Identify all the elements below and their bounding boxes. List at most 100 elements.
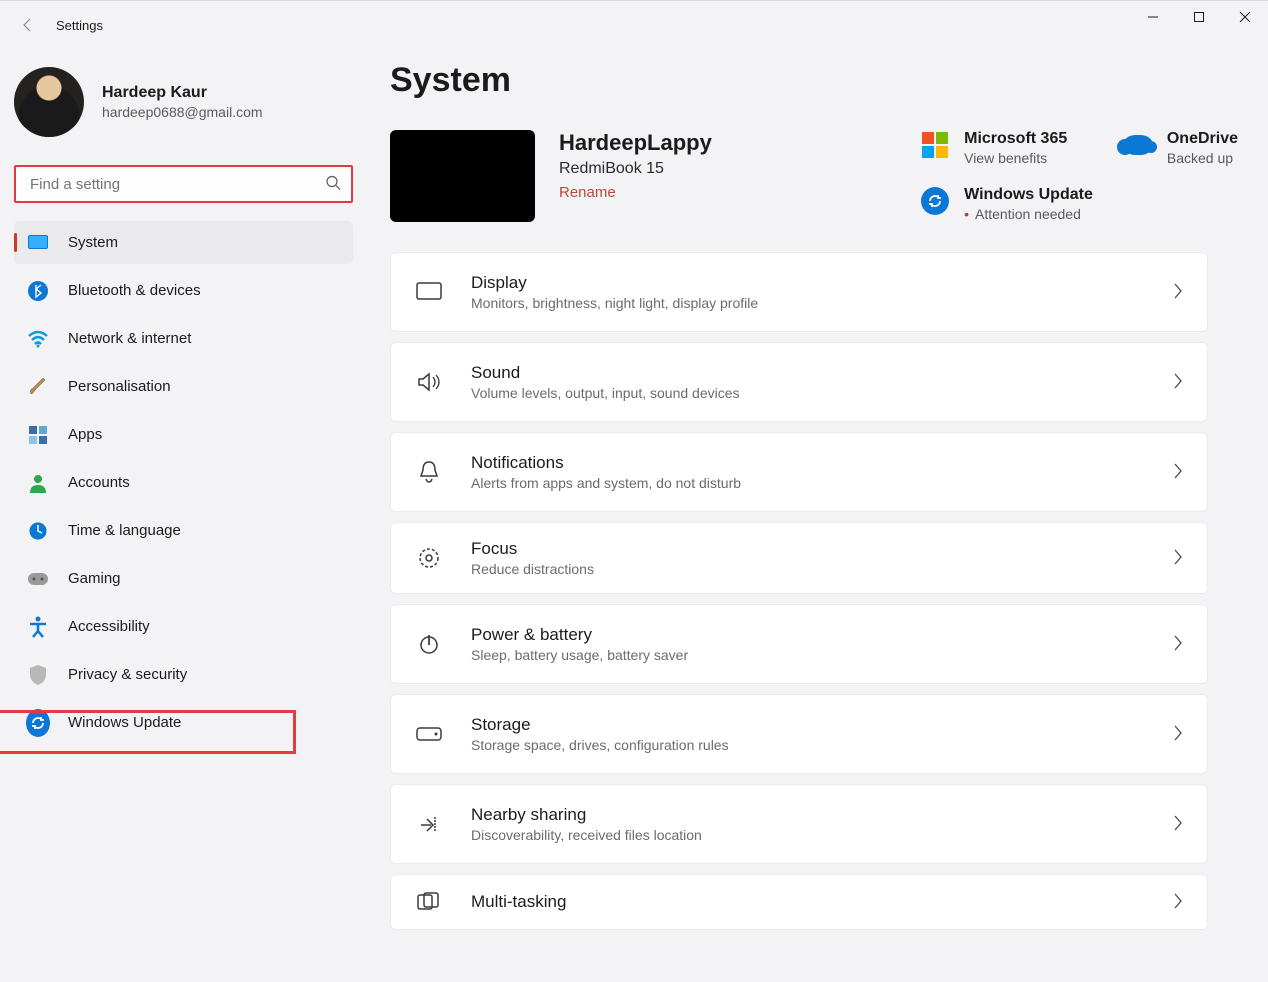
profile-section[interactable]: Hardeep Kaur hardeep0688@gmail.com	[14, 63, 355, 157]
search-input[interactable]	[16, 167, 351, 201]
accessibility-icon	[26, 615, 50, 639]
sidebar: Hardeep Kaur hardeep0688@gmail.com Syste…	[0, 49, 355, 757]
search-icon	[325, 175, 341, 194]
sidebar-item-apps[interactable]: Apps	[14, 413, 353, 456]
nav-list: System Bluetooth & devices Network & int…	[14, 221, 353, 744]
sidebar-item-time-language[interactable]: Time & language	[14, 509, 353, 552]
update-icon	[920, 186, 950, 216]
close-icon	[1239, 11, 1251, 23]
apps-icon	[26, 423, 50, 447]
microsoft-logo-icon	[920, 130, 950, 160]
page-title: System	[390, 61, 1238, 100]
chevron-right-icon	[1173, 725, 1183, 744]
card-focus[interactable]: Focus Reduce distractions	[390, 522, 1208, 594]
sidebar-item-label: Time & language	[68, 522, 181, 539]
multitask-icon	[415, 888, 443, 916]
settings-list: Display Monitors, brightness, night ligh…	[390, 252, 1208, 930]
chevron-right-icon	[1173, 283, 1183, 302]
sidebar-item-system[interactable]: System	[14, 221, 353, 264]
search-box	[14, 165, 353, 203]
card-title: Notifications	[471, 453, 741, 473]
rename-link[interactable]: Rename	[559, 184, 712, 201]
maximize-icon	[1193, 11, 1205, 23]
card-desc: Alerts from apps and system, do not dist…	[471, 475, 741, 491]
minimize-button[interactable]	[1130, 1, 1176, 33]
power-icon	[415, 630, 443, 658]
profile-name: Hardeep Kaur	[102, 84, 263, 102]
sidebar-item-privacy[interactable]: Privacy & security	[14, 653, 353, 696]
device-thumbnail	[390, 130, 535, 222]
sidebar-item-label: Bluetooth & devices	[68, 282, 201, 299]
quick-tile-onedrive[interactable]: OneDrive Backed up	[1123, 130, 1238, 166]
bluetooth-icon	[26, 279, 50, 303]
system-icon	[26, 231, 50, 255]
gamepad-icon	[26, 567, 50, 591]
clock-globe-icon	[26, 519, 50, 543]
quick-tile-title: Windows Update	[964, 186, 1093, 204]
device-model: RedmiBook 15	[559, 160, 712, 178]
sidebar-item-personalisation[interactable]: Personalisation	[14, 365, 353, 408]
sidebar-item-network[interactable]: Network & internet	[14, 317, 353, 360]
sidebar-item-label: Apps	[68, 426, 102, 443]
card-title: Sound	[471, 363, 740, 383]
back-button[interactable]	[8, 5, 48, 45]
sidebar-item-gaming[interactable]: Gaming	[14, 557, 353, 600]
card-desc: Storage space, drives, configuration rul…	[471, 737, 729, 753]
chevron-right-icon	[1173, 549, 1183, 568]
card-desc: Reduce distractions	[471, 561, 594, 577]
window-controls	[1130, 1, 1268, 33]
sidebar-item-label: Personalisation	[68, 378, 171, 395]
quick-tile-m365[interactable]: Microsoft 365 View benefits	[920, 130, 1093, 166]
sidebar-item-accounts[interactable]: Accounts	[14, 461, 353, 504]
wifi-icon	[26, 327, 50, 351]
chevron-right-icon	[1173, 463, 1183, 482]
card-title: Power & battery	[471, 625, 688, 645]
card-multitasking[interactable]: Multi-tasking	[390, 874, 1208, 930]
card-title: Focus	[471, 539, 594, 559]
card-display[interactable]: Display Monitors, brightness, night ligh…	[390, 252, 1208, 332]
avatar	[14, 67, 84, 137]
card-sound[interactable]: Sound Volume levels, output, input, soun…	[390, 342, 1208, 422]
sidebar-item-bluetooth[interactable]: Bluetooth & devices	[14, 269, 353, 312]
title-bar: Settings	[0, 1, 1268, 49]
cloud-icon	[1123, 130, 1153, 160]
sound-icon	[415, 368, 443, 396]
card-desc: Discoverability, received files location	[471, 827, 702, 843]
quick-tile-windows-update[interactable]: Windows Update Attention needed	[920, 186, 1093, 222]
sidebar-item-label: Accounts	[68, 474, 130, 491]
chevron-right-icon	[1173, 373, 1183, 392]
shield-icon	[26, 663, 50, 687]
sidebar-item-accessibility[interactable]: Accessibility	[14, 605, 353, 648]
arrow-left-icon	[20, 17, 36, 33]
card-title: Nearby sharing	[471, 805, 702, 825]
sidebar-item-label: System	[68, 234, 118, 251]
storage-icon	[415, 720, 443, 748]
chevron-right-icon	[1173, 635, 1183, 654]
card-title: Multi-tasking	[471, 892, 566, 912]
window-title: Settings	[56, 18, 103, 33]
device-header: HardeepLappy RedmiBook 15 Rename Microso…	[390, 130, 1238, 222]
chevron-right-icon	[1173, 815, 1183, 834]
card-desc: Monitors, brightness, night light, displ…	[471, 295, 758, 311]
quick-tile-sub: Attention needed	[964, 206, 1093, 222]
maximize-button[interactable]	[1176, 1, 1222, 33]
quick-tile-sub: Backed up	[1167, 150, 1238, 166]
card-power[interactable]: Power & battery Sleep, battery usage, ba…	[390, 604, 1208, 684]
close-button[interactable]	[1222, 1, 1268, 33]
focus-icon	[415, 544, 443, 572]
sidebar-item-label: Privacy & security	[68, 666, 187, 683]
card-desc: Sleep, battery usage, battery saver	[471, 647, 688, 663]
sidebar-item-label: Gaming	[68, 570, 121, 587]
card-nearby-sharing[interactable]: Nearby sharing Discoverability, received…	[390, 784, 1208, 864]
card-storage[interactable]: Storage Storage space, drives, configura…	[390, 694, 1208, 774]
quick-tile-title: OneDrive	[1167, 130, 1238, 148]
display-icon	[415, 278, 443, 306]
sidebar-item-label: Network & internet	[68, 330, 191, 347]
quick-tile-title: Microsoft 365	[964, 130, 1067, 148]
paintbrush-icon	[26, 375, 50, 399]
card-notifications[interactable]: Notifications Alerts from apps and syste…	[390, 432, 1208, 512]
sidebar-item-windows-update[interactable]: Windows Update	[14, 701, 353, 744]
sidebar-item-label: Accessibility	[68, 618, 150, 635]
update-icon	[26, 711, 50, 735]
quick-tile-sub: View benefits	[964, 150, 1067, 166]
